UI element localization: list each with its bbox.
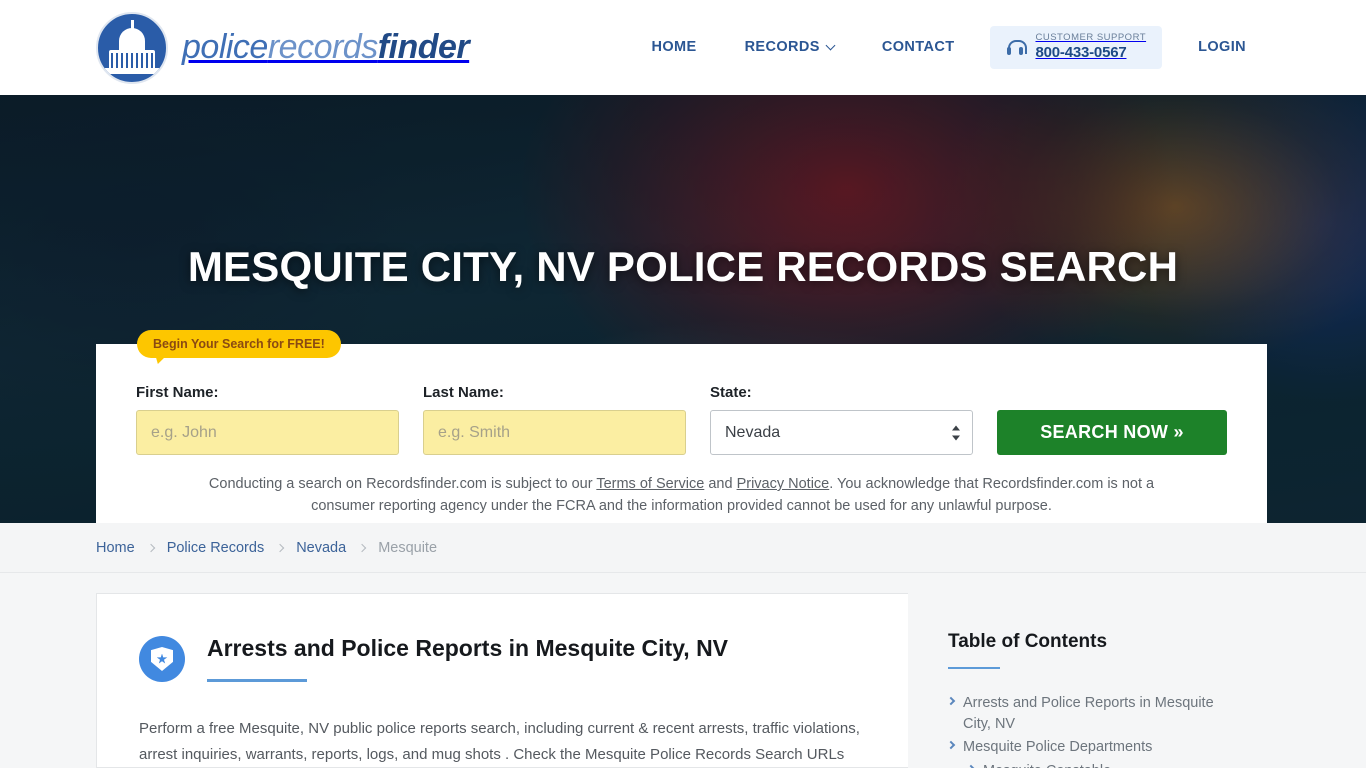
article-title: Arrests and Police Reports in Mesquite C…	[207, 635, 729, 661]
last-name-field-group: Last Name:	[423, 384, 686, 455]
toc-item[interactable]: Mesquite Constable	[948, 761, 1230, 768]
breadcrumb-item-mesquite: Mesquite	[378, 539, 438, 556]
state-field-group: State: Nevada	[710, 384, 973, 455]
chevron-down-icon	[825, 40, 836, 51]
article-header: Arrests and Police Reports in Mesquite C…	[139, 634, 866, 682]
toc-item[interactable]: Arrests and Police Reports in Mesquite C…	[946, 693, 1230, 734]
customer-support-button[interactable]: CUSTOMER SUPPORT 800-433-0567	[990, 26, 1163, 69]
article-card: Arrests and Police Reports in Mesquite C…	[96, 593, 908, 768]
disclaimer-text-mid: and	[704, 476, 737, 492]
breadcrumb-item-home[interactable]: Home	[96, 540, 135, 556]
chevron-right-icon	[946, 696, 956, 706]
nav-home-label: HOME	[651, 39, 697, 56]
hero-section: MESQUITE CITY, NV POLICE RECORDS SEARCH …	[0, 95, 1366, 523]
nav-login-label: LOGIN	[1198, 39, 1246, 56]
page-body: Arrests and Police Reports in Mesquite C…	[0, 573, 1366, 768]
chevron-right-icon	[146, 543, 155, 552]
table-of-contents-panel: Table of Contents Arrests and Police Rep…	[908, 593, 1270, 768]
toc-title: Table of Contents	[948, 631, 1108, 652]
logo-wordmark: policerecordsfinder	[182, 28, 470, 67]
nav-login[interactable]: LOGIN	[1174, 39, 1270, 55]
toc-link[interactable]: Arrests and Police Reports in Mesquite C…	[963, 693, 1230, 734]
state-select[interactable]: Nevada	[710, 410, 973, 455]
breadcrumb-item-police-records[interactable]: Police Records	[167, 540, 265, 556]
logo-word-police: police	[182, 28, 268, 66]
nav-records-label: RECORDS	[744, 39, 820, 56]
chevron-right-icon	[946, 740, 956, 750]
support-phone: 800-433-0567	[1035, 44, 1127, 62]
last-name-input[interactable]	[423, 410, 686, 455]
search-now-button[interactable]: SEARCH NOW »	[997, 410, 1227, 455]
logo-word-records: records	[267, 28, 378, 66]
first-name-field-group: First Name:	[136, 384, 399, 455]
logo-word-finder: finder	[377, 28, 470, 66]
nav-contact[interactable]: CONTACT	[858, 39, 979, 55]
police-shield-icon	[139, 636, 185, 682]
toc-link[interactable]: Mesquite Constable	[983, 761, 1111, 768]
breadcrumb-item-nevada[interactable]: Nevada	[296, 540, 346, 556]
capitol-dome-icon	[96, 11, 168, 84]
toc-underline	[948, 667, 1000, 669]
page-title: MESQUITE CITY, NV POLICE RECORDS SEARCH	[187, 243, 1179, 290]
toc-list: Arrests and Police Reports in Mesquite C…	[946, 693, 1230, 768]
state-label: State:	[710, 384, 752, 401]
site-header: policerecordsfinder HOME RECORDS CONTACT…	[0, 0, 1366, 95]
nav-records[interactable]: RECORDS	[721, 39, 858, 55]
chevron-right-icon	[275, 543, 285, 552]
first-name-label: First Name:	[136, 384, 219, 401]
free-search-badge: Begin Your Search for FREE!	[137, 330, 341, 358]
chevron-right-icon	[357, 543, 367, 552]
article-paragraph: Perform a free Mesquite, NV public polic…	[139, 720, 860, 763]
search-disclaimer: Conducting a search on Recordsfinder.com…	[136, 473, 1227, 517]
headset-icon	[1006, 38, 1028, 57]
chevron-right-icon	[966, 764, 976, 768]
nav-contact-label: CONTACT	[881, 39, 955, 56]
terms-of-service-link[interactable]: Terms of Service	[596, 476, 704, 492]
main-navigation: HOME RECORDS CONTACT CUSTOMER SUPPORT 80…	[627, 26, 1270, 69]
breadcrumb: Home Police Records Nevada Mesquite	[0, 523, 1366, 573]
first-name-input[interactable]	[136, 410, 399, 455]
disclaimer-text-1: Conducting a search on Recordsfinder.com…	[208, 476, 597, 492]
support-label: CUSTOMER SUPPORT	[1035, 32, 1147, 44]
title-underline	[207, 678, 307, 682]
search-form-card: Begin Your Search for FREE! First Name: …	[96, 330, 1267, 523]
toc-link[interactable]: Mesquite Police Departments	[963, 737, 1152, 758]
site-logo[interactable]: policerecordsfinder	[96, 11, 470, 84]
nav-home[interactable]: HOME	[627, 39, 720, 55]
search-form-row: First Name: Last Name: State: Nevada SEA…	[136, 384, 1227, 455]
privacy-notice-link[interactable]: Privacy Notice	[737, 476, 830, 492]
toc-item[interactable]: Mesquite Police Departments	[946, 737, 1230, 758]
last-name-label: Last Name:	[423, 384, 504, 401]
